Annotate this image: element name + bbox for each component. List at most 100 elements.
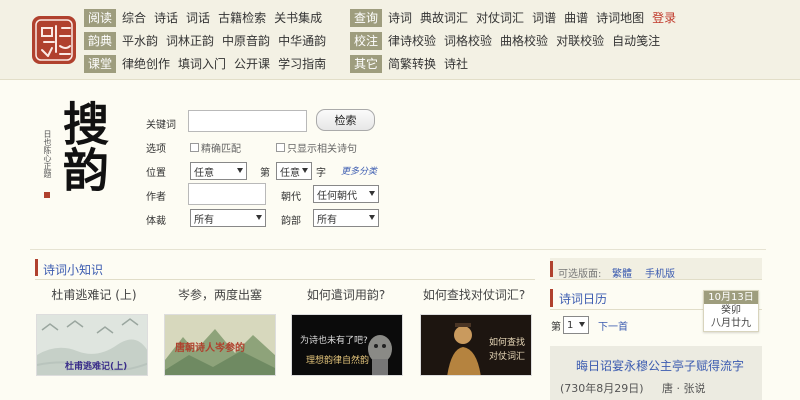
calendar-page-select[interactable]: 1 (563, 316, 589, 334)
dynasty-label: 朝代 (281, 192, 301, 203)
nav-tag-jiaozhu[interactable]: 校注 (350, 32, 383, 50)
nav-link-cipu[interactable]: 词谱 (532, 10, 556, 26)
dynasty-select[interactable]: 任何朝代 (313, 185, 379, 203)
keyword-label: 关键词 (146, 120, 176, 131)
card-image-duizhang[interactable]: 如何查找 对仗词汇 (420, 314, 532, 376)
next-poem-link[interactable]: 下一首 (598, 318, 628, 333)
page-label: 第 (551, 322, 561, 333)
rhyme-select-value: 所有 (317, 214, 337, 226)
knowledge-title[interactable]: 诗词小知识 (43, 261, 103, 278)
logo-small-inscription: 日也陈心正题 (43, 130, 52, 178)
version-mobile-link[interactable]: 手机版 (645, 265, 675, 280)
rhyme-select[interactable]: 所有 (313, 209, 379, 227)
chevron-down-icon (256, 215, 262, 220)
calendar-title[interactable]: 诗词日历 (559, 290, 607, 307)
nav-link-shici[interactable]: 诗词 (388, 10, 412, 26)
card-caption-rhyme-2: 理想韵律自然韵 (306, 356, 370, 366)
nav-link-guji[interactable]: 古籍检索 (218, 10, 266, 26)
nav-link-pingshui[interactable]: 平水韵 (122, 33, 158, 49)
knowledge-header (35, 258, 535, 280)
date-card-lunar: 八月廿九 (711, 318, 751, 329)
exact-match-checkbox[interactable]: 精确匹配 (190, 140, 241, 155)
genre-select[interactable]: 所有 (190, 209, 266, 227)
card-title-rhyme[interactable]: 如何遣词用韵? (290, 286, 402, 303)
version-traditional-link[interactable]: 繁體 (612, 265, 632, 280)
nav-link-quge[interactable]: 曲格校验 (500, 33, 548, 49)
author-input[interactable] (188, 183, 266, 205)
nav-link-diangu[interactable]: 典故词汇 (420, 10, 468, 26)
card-title-duizhang[interactable]: 如何查找对仗词汇? (416, 286, 532, 303)
only-related-label: 只显示相关诗句 (287, 144, 357, 155)
nav-link-duilian[interactable]: 对联校验 (556, 33, 604, 49)
nav-link-qupu[interactable]: 曲谱 (564, 10, 588, 26)
nav-link-cihua[interactable]: 词话 (186, 10, 210, 26)
card-caption-rhyme-1: 为诗也未有了吧? (300, 336, 368, 346)
only-related-checkbox[interactable]: 只显示相关诗句 (276, 140, 357, 155)
knowledge-header-accent (35, 259, 38, 276)
chevron-down-icon (302, 168, 308, 173)
card-title-dufu[interactable]: 杜甫逃难记 (上) (38, 286, 150, 303)
date-card: 10月13日 癸卯 八月廿九 (703, 290, 759, 332)
exact-match-label: 精确匹配 (201, 144, 241, 155)
search-button[interactable]: 检索 (316, 109, 375, 131)
position-select[interactable]: 任意 (190, 162, 247, 180)
nav-link-shishe[interactable]: 诗社 (444, 56, 468, 72)
author-label: 作者 (146, 192, 166, 203)
nav-link-jianfan[interactable]: 简繁转换 (388, 56, 436, 72)
chevron-down-icon (579, 322, 585, 327)
nav-link-cige[interactable]: 词格校验 (444, 33, 492, 49)
more-categories-link[interactable]: 更多分类 (341, 164, 377, 177)
version-label: 可选版面: (558, 269, 602, 280)
nav-link-duizhang[interactable]: 对仗词汇 (476, 10, 524, 26)
nav-tag-qita[interactable]: 其它 (350, 55, 383, 73)
nav-tag-query[interactable]: 查询 (350, 9, 383, 27)
top-navigation: 阅读 综合 诗话 词话 古籍检索 关书集成 查询 诗词 典故词汇 对仗词汇 词谱… (0, 0, 800, 80)
nav-link-zhonghua[interactable]: 中华通韵 (278, 33, 326, 49)
nav-row-2-left: 韵典 平水韵 词林正韵 中原音韵 中华通韵 (84, 31, 334, 51)
nav-link-zhinan[interactable]: 学习指南 (278, 56, 326, 72)
poem-title-link[interactable]: 晦日诏宴永穆公主亭子赋得流字 (576, 357, 744, 374)
version-bar-accent (550, 261, 553, 277)
nav-link-lushi[interactable]: 律诗校验 (388, 33, 436, 49)
nav-link-guanshu[interactable]: 关书集成 (274, 10, 322, 26)
card-caption-dufu: 杜甫逃难记(上) (65, 362, 128, 372)
chevron-down-icon (237, 168, 243, 173)
zi-label: 字 (316, 168, 326, 179)
card-title-censhen[interactable]: 岑参，两度出塞 (164, 286, 276, 303)
nav-link-zhongyuan[interactable]: 中原音韵 (222, 33, 270, 49)
nav-link-zonghe[interactable]: 综合 (122, 10, 146, 26)
nav-tag-read[interactable]: 阅读 (84, 9, 117, 27)
logo-small-seal-icon (44, 192, 50, 198)
chevron-down-icon (369, 191, 375, 196)
exact-match-checkbox-box[interactable] (190, 143, 199, 152)
options-label: 选项 (146, 144, 166, 155)
login-link[interactable]: 登录 (652, 10, 676, 26)
nav-tag-ketang[interactable]: 课堂 (84, 55, 117, 73)
nav-link-shihua[interactable]: 诗话 (154, 10, 178, 26)
souyun-seal-logo-icon[interactable] (30, 14, 78, 66)
nav-row-1-right: 查询 诗词 典故词汇 对仗词汇 词谱 曲谱 诗词地图 登录 (350, 8, 684, 28)
nav-link-tianci[interactable]: 填词入门 (178, 56, 226, 72)
nav-link-jianzhu[interactable]: 自动笺注 (612, 33, 660, 49)
char-index-select[interactable]: 任意 (276, 162, 312, 180)
genre-select-value: 所有 (194, 214, 214, 226)
only-related-checkbox-box[interactable] (276, 143, 285, 152)
keyword-input[interactable] (188, 110, 307, 132)
nav-row-2-right: 校注 律诗校验 词格校验 曲格校验 对联校验 自动笺注 (350, 31, 668, 51)
date-card-ganzhi: 癸卯 (721, 305, 741, 316)
date-card-date: 10月13日 (704, 291, 758, 304)
nav-row-3-right: 其它 简繁转换 诗社 (350, 54, 476, 74)
nav-tag-yundian[interactable]: 韵典 (84, 32, 117, 50)
card-image-rhyme[interactable]: 为诗也未有了吧? 理想韵律自然韵 (291, 314, 403, 376)
nav-row-1-left: 阅读 综合 诗话 词话 古籍检索 关书集成 (84, 8, 330, 28)
rhyme-label: 韵部 (281, 216, 301, 227)
genre-label: 体裁 (146, 216, 166, 227)
poem-author[interactable]: 唐 · 张说 (662, 380, 706, 396)
position-select-value: 任意 (194, 167, 214, 179)
nav-link-ditu[interactable]: 诗词地图 (596, 10, 644, 26)
nav-link-gongkai[interactable]: 公开课 (234, 56, 270, 72)
nav-link-lujue[interactable]: 律绝创作 (122, 56, 170, 72)
card-image-censhen[interactable]: 唐朝诗人岑参的 (164, 314, 276, 376)
card-image-dufu[interactable]: 杜甫逃难记(上) (36, 314, 148, 376)
nav-link-cilin[interactable]: 词林正韵 (166, 33, 214, 49)
